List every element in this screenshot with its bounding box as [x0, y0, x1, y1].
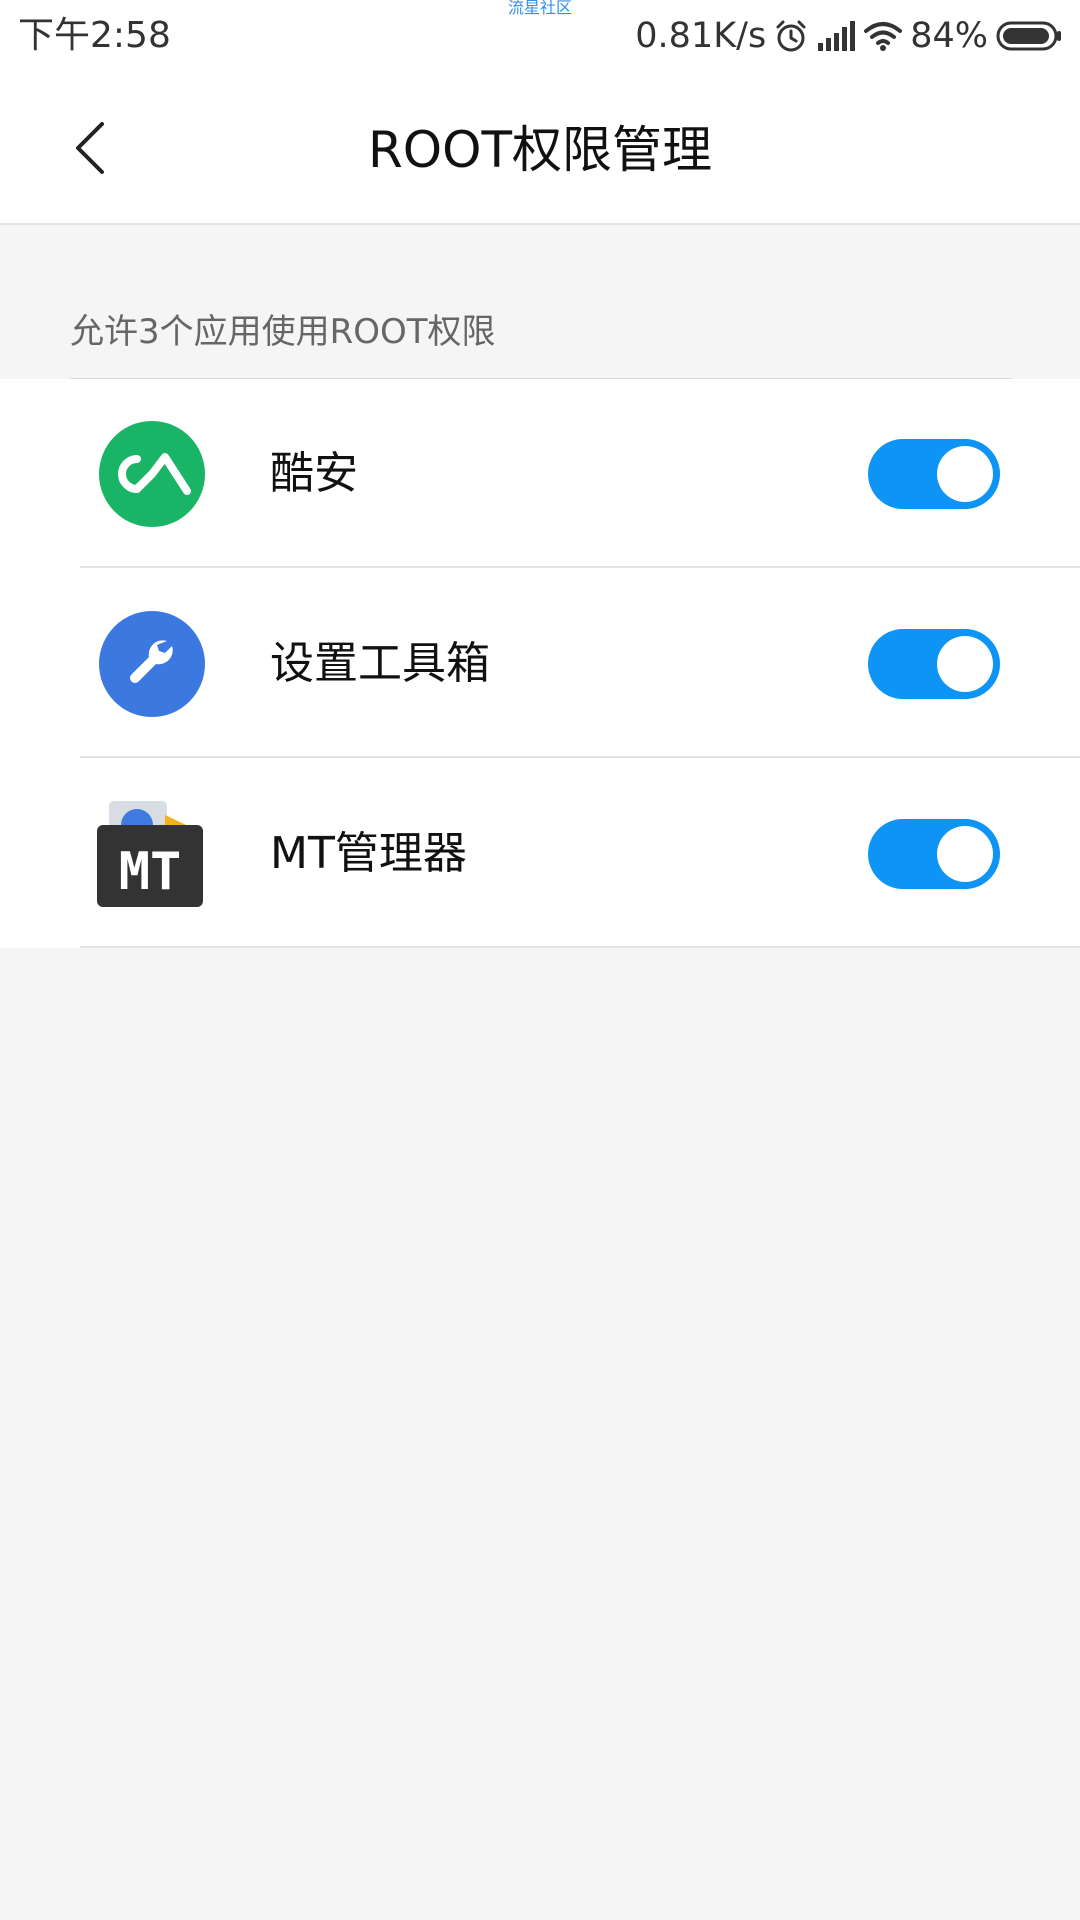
divider	[80, 946, 1080, 948]
wifi-icon	[864, 21, 903, 51]
alarm-icon	[774, 19, 808, 53]
page-title: ROOT权限管理	[368, 121, 712, 179]
network-speed: 0.81K/s	[635, 16, 767, 56]
section-title: 允许3个应用使用ROOT权限	[70, 312, 496, 352]
list-item-settings-toolbox[interactable]: 设置工具箱	[0, 569, 1080, 758]
coolapk-icon	[97, 419, 207, 529]
list-item-coolapk[interactable]: 酷安	[0, 379, 1080, 568]
svg-text:MT: MT	[119, 842, 182, 902]
toggle-knob	[937, 826, 993, 882]
root-toggle[interactable]	[868, 439, 1000, 509]
battery-icon	[996, 21, 1062, 51]
back-button[interactable]	[60, 115, 120, 185]
app-name: 酷安	[270, 448, 358, 499]
status-indicators: 0.81K/s 84%	[635, 14, 1062, 58]
app-name: 设置工具箱	[270, 638, 490, 689]
root-toggle[interactable]	[868, 629, 1000, 699]
app-list: 酷安 设置工具箱 MT MT管理器	[0, 379, 1080, 948]
battery-level: 84%	[910, 16, 988, 56]
root-toggle[interactable]	[868, 819, 1000, 889]
signal-icon	[816, 21, 856, 51]
status-bar: 流星社区 下午2:58 0.81K/s 84%	[0, 0, 1080, 75]
app-name: MT管理器	[270, 828, 467, 879]
chevron-left-icon	[70, 118, 110, 182]
toggle-knob	[937, 636, 993, 692]
toggle-knob	[937, 446, 993, 502]
list-item-mt-manager[interactable]: MT MT管理器	[0, 759, 1080, 948]
mt-manager-icon: MT	[97, 799, 207, 909]
divider	[80, 756, 1080, 758]
status-time: 下午2:58	[18, 15, 171, 56]
title-bar: ROOT权限管理	[0, 75, 1080, 225]
divider	[80, 566, 1080, 568]
wrench-icon	[97, 609, 207, 719]
